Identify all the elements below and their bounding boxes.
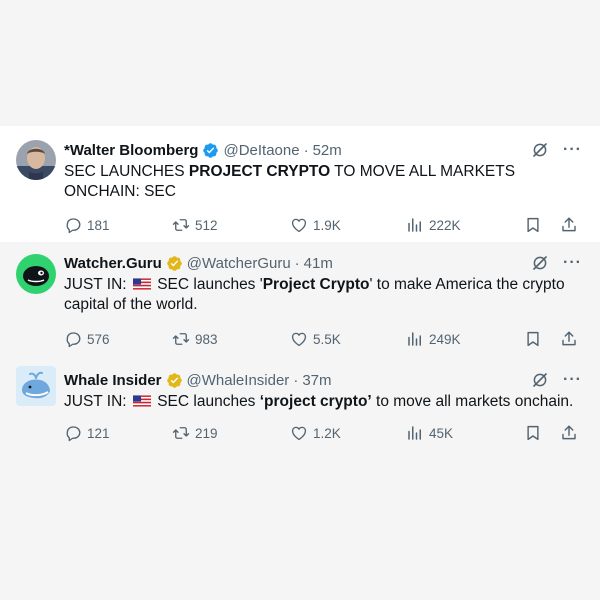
text-bold: Project Crypto [262, 276, 370, 293]
avatar[interactable] [16, 254, 56, 294]
timestamp[interactable]: 52m [313, 142, 342, 159]
grok-icon[interactable] [531, 141, 549, 159]
tweet-text: SEC LAUNCHES PROJECT CRYPTO TO MOVE ALL … [64, 162, 586, 202]
gold-verified-icon [166, 255, 183, 272]
avatar[interactable] [16, 366, 56, 406]
display-name[interactable]: *Walter Bloomberg [64, 142, 198, 159]
tweet-whale-insider[interactable]: Whale Insider @WhaleInsider · 37m ··· JU… [0, 364, 600, 450]
bookmark-icon [524, 424, 542, 442]
views-button[interactable]: 45K [406, 424, 516, 442]
grok-icon[interactable] [531, 254, 549, 272]
share-icon [560, 216, 578, 234]
text-part: SEC LAUNCHES [64, 163, 189, 180]
text-bold: PROJECT CRYPTO [188, 163, 331, 180]
action-bar: 121 219 1.2K 45K [64, 424, 582, 442]
reply-icon [64, 216, 82, 234]
like-button[interactable]: 1.2K [290, 424, 406, 442]
repost-icon [172, 216, 190, 234]
timestamp[interactable]: 37m [302, 372, 331, 389]
views-button[interactable]: 222K [406, 216, 516, 234]
views-icon [406, 424, 424, 442]
handle[interactable]: @WhaleInsider [187, 372, 290, 389]
repost-count: 512 [195, 217, 218, 233]
share-button[interactable] [560, 424, 578, 442]
repost-button[interactable]: 983 [172, 330, 290, 348]
repost-icon [172, 424, 190, 442]
reply-button[interactable]: 121 [64, 424, 172, 442]
views-icon [406, 330, 424, 348]
reply-button[interactable]: 576 [64, 330, 172, 348]
repost-count: 983 [195, 331, 218, 347]
timestamp[interactable]: 41m [304, 255, 333, 272]
more-options-icon[interactable]: ··· [563, 255, 582, 271]
share-button[interactable] [560, 216, 578, 234]
more-options-icon[interactable]: ··· [563, 142, 582, 158]
repost-icon [172, 330, 190, 348]
action-bar: 181 512 1.9K 222K [64, 216, 582, 234]
share-icon [560, 424, 578, 442]
heart-icon [290, 330, 308, 348]
text-prefix: JUST IN: [64, 393, 127, 410]
like-button[interactable]: 5.5K [290, 330, 406, 348]
display-name[interactable]: Watcher.Guru [64, 255, 162, 272]
handle[interactable]: @DeItaone [223, 142, 299, 159]
tweet-text: JUST IN: SEC launches 'Project Crypto' t… [64, 275, 586, 315]
view-count: 249K [429, 331, 461, 347]
share-icon [560, 330, 578, 348]
views-icon [406, 216, 424, 234]
us-flag-icon [133, 395, 151, 407]
display-name[interactable]: Whale Insider [64, 372, 162, 389]
avatar[interactable] [16, 140, 56, 180]
reply-icon [64, 330, 82, 348]
reply-count: 576 [87, 331, 110, 347]
blue-verified-icon [202, 142, 219, 159]
repost-count: 219 [195, 425, 218, 441]
bookmark-button[interactable] [524, 216, 542, 234]
separator: · [303, 141, 309, 159]
bookmark-button[interactable] [524, 424, 542, 442]
separator: · [294, 254, 300, 272]
text-bold: ‘project crypto’ [259, 393, 372, 410]
like-count: 1.2K [313, 425, 341, 441]
us-flag-icon [133, 278, 151, 290]
like-button[interactable]: 1.9K [290, 216, 406, 234]
reply-icon [64, 424, 82, 442]
like-count: 1.9K [313, 217, 341, 233]
reply-count: 181 [87, 217, 110, 233]
text-part: SEC launches [152, 393, 260, 410]
tweet-watcher-guru[interactable]: Watcher.Guru @WatcherGuru · 41m ··· JUST… [0, 248, 600, 356]
views-button[interactable]: 249K [406, 330, 516, 348]
repost-button[interactable]: 512 [172, 216, 290, 234]
view-count: 222K [429, 217, 461, 233]
gold-verified-icon [166, 372, 183, 389]
heart-icon [290, 216, 308, 234]
action-bar: 576 983 5.5K 249K [64, 330, 582, 348]
reply-button[interactable]: 181 [64, 216, 172, 234]
separator: · [293, 371, 299, 389]
tweet-text: JUST IN: SEC launches ‘project crypto’ t… [64, 392, 586, 412]
text-part: to move all markets onchain. [371, 393, 574, 410]
repost-button[interactable]: 219 [172, 424, 290, 442]
text-prefix: JUST IN: [64, 276, 127, 293]
reply-count: 121 [87, 425, 110, 441]
share-button[interactable] [560, 330, 578, 348]
tweet-walter-bloomberg[interactable]: *Walter Bloomberg @DeItaone · 52m ··· SE… [0, 126, 600, 242]
heart-icon [290, 424, 308, 442]
grok-icon[interactable] [531, 371, 549, 389]
like-count: 5.5K [313, 331, 341, 347]
more-options-icon[interactable]: ··· [563, 372, 582, 388]
bookmark-button[interactable] [524, 330, 542, 348]
bookmark-icon [524, 330, 542, 348]
view-count: 45K [429, 425, 454, 441]
handle[interactable]: @WatcherGuru [187, 255, 291, 272]
text-part: SEC launches ' [152, 276, 263, 293]
bookmark-icon [524, 216, 542, 234]
